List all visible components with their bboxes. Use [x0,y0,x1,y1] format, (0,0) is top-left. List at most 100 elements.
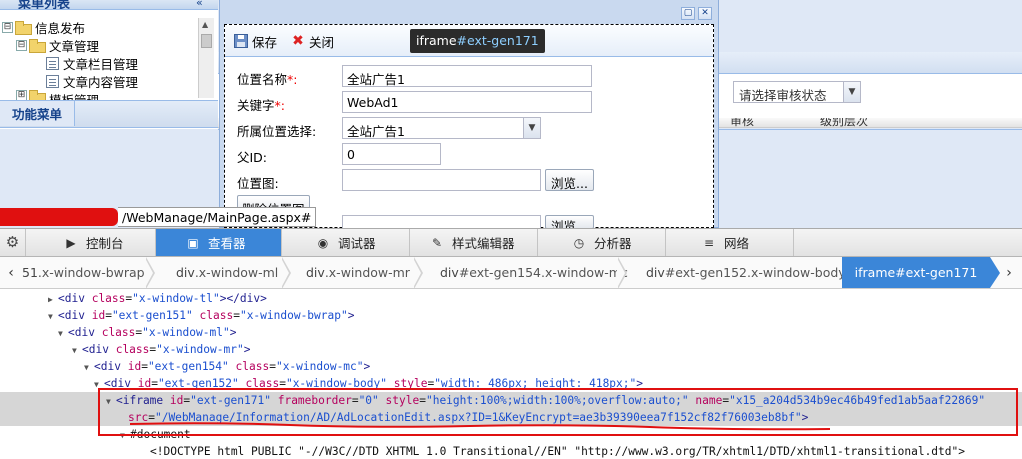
tab-style-editor[interactable]: ✎ 样式编辑器 [410,229,538,256]
expand-icon[interactable]: ⊞ [16,90,27,100]
twisty-expanded-icon[interactable]: ▼ [84,359,94,376]
style-editor-icon: ✎ [431,235,443,250]
collapse-icon[interactable]: ⊟ [2,21,13,33]
keyword-input[interactable]: WebAd1 [342,91,592,113]
tab-profiler[interactable]: ◷ 分析器 [538,229,666,256]
audit-status-select[interactable]: 请选择审核状态 ▼ [733,81,861,103]
twisty-expanded-icon[interactable]: ▼ [106,393,116,410]
tab-network[interactable]: ≡ 网络 [666,229,794,256]
scroll-up-arrow-icon[interactable]: ▲ [202,20,208,29]
location-name-label: 位置名称*: [237,72,298,87]
markup-node-text: <div class="x-window-mr"> [82,343,251,356]
network-icon: ≡ [703,235,715,250]
breadcrumb: ‹ 51 .x-window-bwrap div .x-window-ml div.… [0,257,1022,289]
grid-col-audit[interactable]: 审核 [730,118,754,127]
parent-location-label: 所属位置选择: [237,124,317,139]
grid-col-level[interactable]: 级别层次 [820,118,868,127]
tab-debugger[interactable]: ◉ 调试器 [282,229,410,256]
toolbox-gear-icon[interactable]: ⚙ [0,229,26,256]
breadcrumb-item[interactable]: div .x-window-mr [306,257,410,288]
devtools-panel: ⚙ ▶ 控制台 ▣ 查看器 ◉ 调试器 ✎ 样式编辑器 ◷ 分析器 ≡ 网络 ‹… [0,228,1022,458]
double-chevron-icon[interactable]: « [196,0,212,9]
markup-node-text: src="/WebManage/Information/AD/AdLocatio… [128,411,809,424]
close-button-label: 关闭 [309,34,335,50]
breadcrumb-separator [145,257,158,288]
breadcrumb-separator [281,257,294,288]
twisty-expanded-icon[interactable]: ▼ [58,325,68,342]
folder-icon [29,39,46,53]
menu-panel-header: 菜单列表 « [0,0,218,10]
breadcrumb-item[interactable]: div #ext-gen154.x-window-mc [440,257,628,288]
breadcrumb-separator [617,257,630,288]
tree-node-template-manage[interactable]: ⊞ 模板管理 [16,90,99,100]
save-button[interactable]: 保存 [234,32,277,50]
element-highlight-tooltip: iframe#ext-gen171 [410,29,545,53]
tree-node-info-publish[interactable]: ⊟ 信息发布 [2,18,85,36]
breadcrumb-item-active[interactable]: iframe#ext-gen171 [842,257,1000,288]
breadcrumb-item[interactable]: div .x-window-ml [176,257,278,288]
tree-node-article-column-manage[interactable]: 文章栏目管理 [46,54,138,72]
parent-id-input[interactable]: 0 [342,143,441,165]
markup-node-text: #document [130,428,191,441]
document-icon [46,74,59,88]
markup-node[interactable]: ▼ #document [0,426,1022,443]
menu-scrollbar[interactable]: ▲ [198,18,214,98]
markup-node[interactable]: ▶ <div class="x-window-tl"></div> [0,290,1022,307]
parent-id-label: 父ID: [237,150,268,165]
markup-node-text: <div id="ext-gen151" class="x-window-bwr… [58,309,355,322]
breadcrumb-item[interactable]: 51 .x-window-bwrap [22,257,145,288]
chevron-down-icon[interactable]: ▼ [843,82,860,102]
location-name-input[interactable]: 全站广告1 [342,65,592,87]
breadcrumb-scroll-left-icon[interactable]: ‹ [4,257,18,288]
folder-icon [29,90,46,100]
save-button-label: 保存 [252,34,278,50]
parent-location-select[interactable]: 全站广告1 ▼ [342,117,541,139]
twisty-expanded-icon[interactable]: ▼ [94,376,104,393]
menu-panel-title: 菜单列表 [18,0,71,10]
markup-tree: ▶ <div class="x-window-tl"></div> ▼ <div id… [0,289,1022,459]
close-button[interactable]: ✖ 关闭 [291,32,334,50]
tree-node-article-content-manage[interactable]: 文章内容管理 [46,72,138,90]
browse-button-2[interactable]: 浏览... [545,215,594,229]
markup-node-text: <!DOCTYPE html PUBLIC "-//W3C//DTD XHTML… [150,445,965,458]
tree-node-label: 信息发布 [35,20,86,36]
markup-node-text: <div class="x-window-tl"></div> [58,292,267,305]
twisty-collapsed-icon[interactable]: ▶ [48,291,58,308]
tab-label: 控制台 [86,236,124,251]
tab-inspector[interactable]: ▣ 查看器 [156,229,282,256]
twisty-expanded-icon[interactable]: ▼ [72,342,82,359]
markup-node[interactable]: ▼ <div class="x-window-mr"> [0,341,1022,358]
markup-node[interactable]: ▼ <div class="x-window-ml"> [0,324,1022,341]
breadcrumb-item[interactable]: div #ext-gen152.x-window-body [646,257,846,288]
twisty-expanded-icon[interactable]: ▼ [48,308,58,325]
second-file-input[interactable] [342,215,541,229]
markup-node[interactable]: ▼ <div id="ext-gen152" class="x-window-bo… [0,375,1022,392]
status-url-text: /WebManage/MainPage.aspx# [118,206,317,227]
document-icon [46,56,59,70]
markup-node[interactable]: src="/WebManage/Information/AD/AdLocatio… [0,409,1022,426]
tree-node-article-manage[interactable]: ⊟ 文章管理 [16,36,99,54]
markup-node-text: <div id="ext-gen152" class="x-window-bod… [104,377,644,390]
markup-node[interactable]: ▼ <iframe id="ext-gen171" frameborder="0"… [0,392,1022,409]
scrollbar-thumb[interactable] [201,34,212,48]
audit-status-placeholder: 请选择审核状态 [739,88,827,103]
tree-node-label: 文章内容管理 [63,74,139,90]
browse-button[interactable]: 浏览... [545,169,594,191]
tab-label: 调试器 [338,236,376,251]
menu-panel: 菜单列表 « ⊟ 信息发布 ⊟ 文章管理 文章栏目管理 文章内容管理 ⊞ 模板管… [0,0,218,228]
debugger-icon: ◉ [317,235,329,250]
tab-console[interactable]: ▶ 控制台 [26,229,156,256]
markup-node-text: <iframe id="ext-gen171" frameborder="0" … [116,394,986,407]
markup-node[interactable]: ▼ <div id="ext-gen151" class="x-window-bw… [0,307,1022,324]
chevron-down-icon[interactable]: ▼ [523,118,540,138]
close-icon[interactable]: ✕ [698,7,712,20]
markup-node[interactable]: ▼ <div id="ext-gen154" class="x-window-mc… [0,358,1022,375]
markup-node[interactable]: <!DOCTYPE html PUBLIC "-//W3C//DTD XHTML… [0,443,1022,459]
maximize-icon[interactable]: ▢ [681,7,695,20]
function-menu-tab[interactable]: 功能菜单 [0,101,75,126]
breadcrumb-scroll-right-icon[interactable]: › [1002,257,1016,288]
collapse-icon[interactable]: ⊟ [16,39,27,51]
location-image-file-input[interactable] [342,169,541,191]
twisty-expanded-icon[interactable]: ▼ [120,427,130,444]
tree-node-label: 文章栏目管理 [63,56,139,72]
